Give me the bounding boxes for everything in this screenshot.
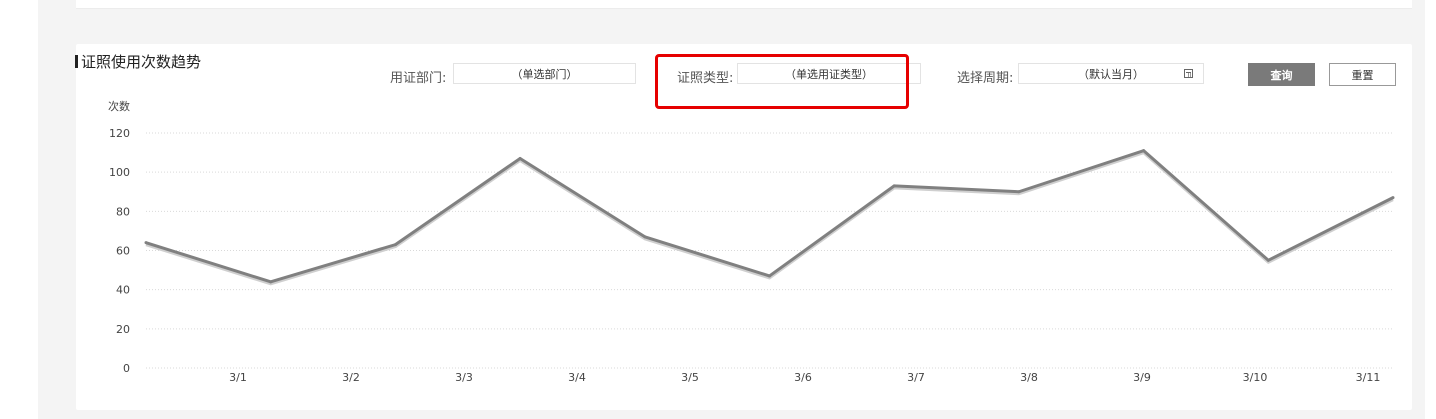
y-axis-label: 次数 [108,99,130,113]
data-point [269,280,273,284]
series-line [145,149,1394,284]
data-point [892,184,896,188]
x-tick-label: 3/5 [681,371,699,384]
data-point [518,156,522,160]
y-tick-label: 80 [116,205,130,218]
x-tick-label: 3/8 [1020,371,1038,384]
chart-grid [146,132,1393,369]
x-tick-label: 3/4 [568,371,586,384]
data-point [393,243,397,247]
y-tick-label: 20 [116,323,130,336]
x-tick-label: 3/11 [1356,371,1381,384]
x-tick-label: 3/9 [1133,371,1151,384]
x-tick-label: 3/7 [907,371,925,384]
data-point [1391,196,1395,200]
data-point [1266,258,1270,262]
x-tick-label: 3/6 [794,371,812,384]
data-point [768,274,771,278]
y-tick-label: 0 [123,362,130,375]
data-point [144,241,148,245]
x-tick-label: 3/2 [342,371,360,384]
data-point [1142,149,1146,153]
y-tick-label: 60 [116,245,130,258]
y-tick-label: 40 [116,284,130,297]
y-axis-ticks: 0 20 40 60 80 100 120 [109,127,130,375]
data-point [1017,190,1021,194]
x-tick-label: 3/1 [229,371,247,384]
line-chart: 次数 0 20 40 60 80 100 120 3/1 3/2 3/3 3/4 3/5 3/6 3/7… [108,99,1395,384]
y-tick-label: 120 [109,127,130,140]
data-point [643,235,647,239]
x-tick-label: 3/3 [455,371,473,384]
y-tick-label: 100 [109,166,130,179]
x-tick-label: 3/10 [1243,371,1268,384]
x-axis-ticks: 3/1 3/2 3/3 3/4 3/5 3/6 3/7 3/8 3/9 3/10 3/11 [229,371,1380,384]
chart-series [144,149,1395,286]
